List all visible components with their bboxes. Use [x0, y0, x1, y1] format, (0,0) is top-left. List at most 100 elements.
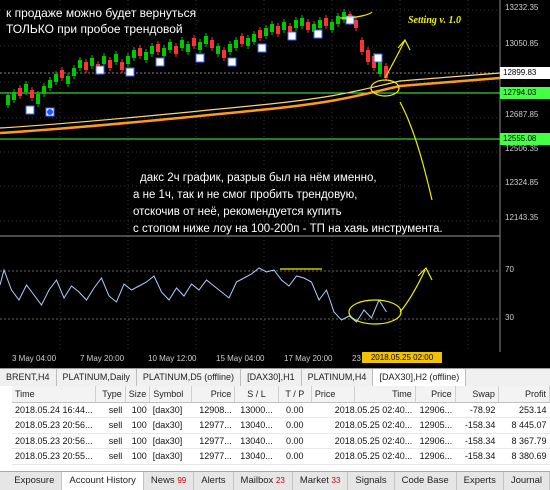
table-cell: 13040...: [234, 417, 279, 434]
candle-body: [240, 36, 244, 44]
table-row[interactable]: 2018.05.24 16:44... sell 100 [dax30] 12908..…: [12, 402, 550, 418]
candle-body: [54, 74, 58, 82]
chart-tab-platinum-d5[interactable]: PLATINUM,D5 (offline): [137, 369, 242, 386]
candle-body: [342, 12, 346, 20]
candle-body: [360, 40, 364, 52]
tab-account-history[interactable]: Account History: [62, 472, 144, 490]
candle-body: [258, 30, 262, 38]
signal-marker: [227, 57, 237, 67]
tab-label: Account History: [69, 475, 136, 486]
tab-label: Market: [299, 475, 329, 486]
table-cell: 12977...: [191, 417, 235, 434]
table-cell: 2018.05.25 02:40...: [311, 417, 416, 434]
tab-label: Mailbox: [240, 475, 274, 486]
table-cell: 13040...: [234, 433, 279, 449]
annotation-top-line1: к продаже можно будет вернуться: [6, 6, 197, 20]
candle-body: [300, 18, 304, 26]
moving-average-line: [0, 72, 501, 129]
table-cell: 8 380.69: [498, 448, 550, 465]
table-cell: 100: [125, 402, 150, 418]
table-row[interactable]: 2018.05.23 20:56... sell 100 [dax30] 12977..…: [12, 433, 550, 449]
candle-body: [222, 50, 226, 58]
column-header-size[interactable]: Size: [125, 386, 151, 403]
date-axis-label: 15 May 04:00: [216, 354, 265, 363]
price-axis-label: 12324.85: [505, 178, 539, 187]
date-axis-label: 10 May 12:00: [148, 354, 197, 363]
column-header-close-time[interactable]: Time: [354, 386, 416, 403]
tab-code-base[interactable]: Code Base: [395, 472, 457, 490]
candle-body: [30, 90, 34, 98]
chart-tab-platinum-daily[interactable]: PLATINUM,Daily: [57, 369, 137, 386]
tab-label: Experts: [463, 475, 496, 486]
signal-marker: [373, 53, 383, 63]
table-cell: 100: [125, 448, 150, 465]
candle-body: [78, 60, 82, 68]
tab-label: News: [150, 475, 175, 486]
chart-tab-dax30-h1[interactable]: [DAX30],H1: [241, 369, 302, 386]
candle-body: [18, 88, 22, 96]
candle-body: [156, 44, 160, 52]
candle-body: [186, 44, 190, 52]
column-header-close-price-placeholder[interactable]: Price: [311, 386, 356, 403]
tab-journal[interactable]: Journal: [504, 472, 550, 490]
annotation-top-line2: ТОЛЬКО при пробое трендовой: [6, 22, 183, 36]
column-header-time[interactable]: Time: [12, 386, 97, 403]
signal-marker: [125, 67, 135, 77]
table-body: 2018.05.24 16:44... sell 100 [dax30] 12908..…: [12, 402, 550, 465]
candle-body: [306, 22, 310, 30]
column-header-symbol[interactable]: Symbol: [149, 386, 192, 403]
table-cell: 2018.05.25 02:40...: [311, 448, 416, 465]
candle-body: [234, 40, 238, 48]
candle-body: [174, 46, 178, 54]
table-cell: 253.14: [498, 402, 550, 418]
price-chart[interactable]: к продаже можно будет вернуться ТОЛЬКО п…: [0, 0, 550, 368]
tab-experts[interactable]: Experts: [457, 472, 504, 490]
column-header-stop-loss[interactable]: S / L: [234, 386, 279, 403]
toolbox-handle[interactable]: [0, 472, 7, 490]
date-axis-label: 3 May 04:00: [12, 354, 57, 363]
candle-body: [366, 50, 370, 62]
tab-signals[interactable]: Signals: [348, 472, 395, 490]
column-header-close-price[interactable]: Price: [415, 386, 456, 403]
annotation-arrow-head: [417, 266, 433, 281]
tab-mailbox[interactable]: Mailbox 23: [234, 472, 293, 490]
tab-exposure[interactable]: Exposure: [7, 472, 63, 490]
date-axis-label: 23: [352, 354, 361, 363]
terminal-tab-bar: Exposure Account History News 99 Alerts …: [0, 471, 550, 490]
table-row[interactable]: 2018.05.23 20:55... sell 100 [dax30] 12977..…: [12, 448, 550, 465]
annotation-arrow: [399, 269, 426, 313]
column-header-swap[interactable]: Swap: [455, 386, 499, 403]
tab-market[interactable]: Market 33: [293, 472, 349, 490]
candle-body: [210, 40, 214, 48]
tab-alerts[interactable]: Alerts: [194, 472, 234, 490]
table-row[interactable]: 2018.05.23 20:56... sell 100 [dax30] 12977..…: [12, 417, 550, 434]
candle-body: [330, 22, 334, 30]
table-cell: [dax30]: [149, 433, 192, 449]
candle-body: [168, 42, 172, 50]
level-price-tag: 12794.03: [500, 87, 550, 99]
signal-marker: [195, 53, 205, 63]
tab-news[interactable]: News 99: [144, 472, 195, 490]
candle-body: [204, 36, 208, 44]
chart-tab-dax30-h2[interactable]: [DAX30],H2 (offline): [373, 369, 467, 386]
chart-tab-brent-h4[interactable]: BRENT,H4: [0, 369, 57, 386]
setting-label: Setting v. 1.0: [408, 15, 461, 26]
column-header-type[interactable]: Type: [95, 386, 126, 403]
candle-body: [24, 84, 28, 92]
candle-body: [192, 38, 196, 46]
candle-body: [150, 46, 154, 54]
table-cell: 2018.05.23 20:56...: [12, 417, 96, 434]
candle-body: [264, 28, 268, 36]
signal-marker: [25, 105, 35, 115]
chart-tab-platinum-h4[interactable]: PLATINUM,H4: [302, 369, 374, 386]
candle-body: [228, 44, 232, 52]
column-header-profit[interactable]: Profit: [498, 386, 550, 403]
table-header-row: Time Type Size Symbol Price S / L T / P …: [12, 386, 550, 403]
column-header-price[interactable]: Price: [191, 386, 236, 403]
column-header-take-profit[interactable]: T / P: [278, 386, 312, 403]
chart-tab-bar: BRENT,H4 PLATINUM,Daily PLATINUM,D5 (off…: [0, 368, 550, 386]
table-cell: 2018.05.23 20:56...: [12, 433, 96, 449]
price-axis-label: 12143.35: [505, 213, 539, 222]
candle-body: [114, 54, 118, 62]
table-cell: 8 445.07: [498, 417, 550, 434]
